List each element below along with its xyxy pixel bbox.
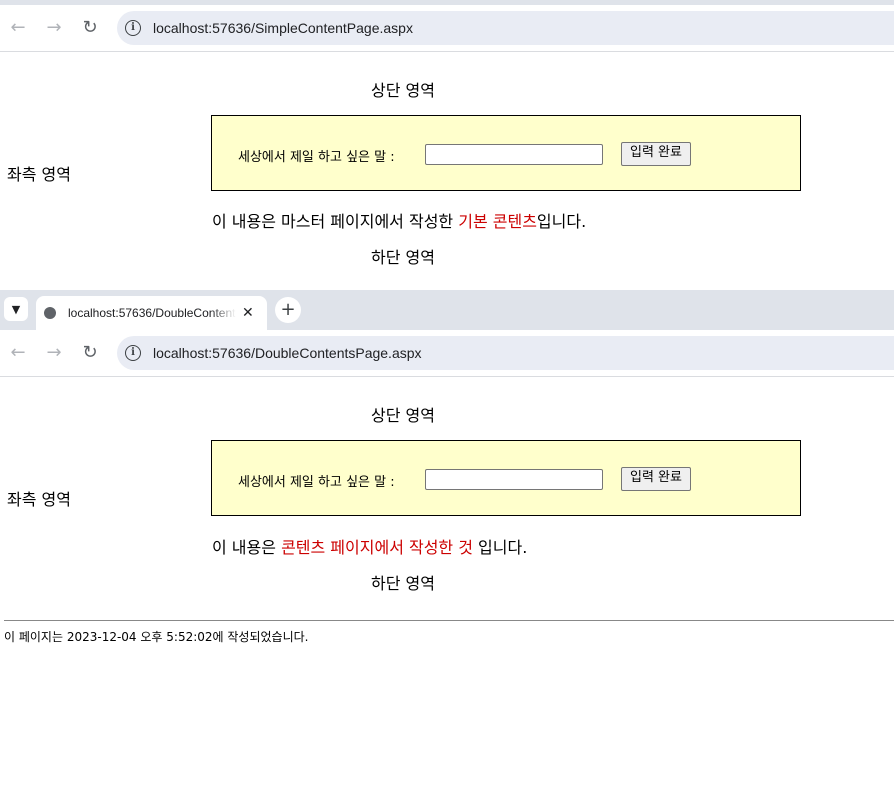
arrow-left-icon: ← — [10, 342, 26, 363]
forward-button[interactable]: → — [42, 5, 66, 51]
bottom-area-label-2: 하단 영역 — [371, 574, 435, 593]
content-suffix: 입니다. — [536, 212, 587, 231]
arrow-left-icon: ← — [10, 17, 26, 38]
content-suffix-2: 입니다. — [472, 538, 528, 557]
chevron-down-icon: ▼ — [11, 302, 21, 316]
left-area-label-2: 좌측 영역 — [7, 490, 71, 509]
url-text[interactable]: localhost:57636/SimpleContentPage.aspx — [153, 11, 413, 45]
content-highlight: 기본 콘텐츠 — [458, 212, 537, 231]
info-icon[interactable]: i — [125, 345, 141, 361]
top-area-label: 상단 영역 — [371, 81, 435, 100]
close-icon[interactable]: ✕ — [242, 296, 254, 330]
page-content-double: 상단 영역 좌측 영역 세상에서 제일 하고 싶은 말 : 입력 완료 이 내용… — [0, 377, 894, 617]
content-highlight-2: 콘텐츠 페이지에서 작성한 것 — [281, 538, 473, 557]
top-area-label-2: 상단 영역 — [371, 406, 435, 425]
submit-button-2[interactable]: 입력 완료 — [621, 467, 691, 491]
content-text: 이 내용은 마스터 페이지에서 작성한 기본 콘텐츠입니다. — [212, 208, 586, 232]
globe-icon — [44, 307, 56, 319]
left-area-label: 좌측 영역 — [7, 165, 71, 184]
forward-button-2[interactable]: → — [42, 330, 66, 376]
address-bar-2[interactable]: i localhost:57636/DoubleContentsPage.asp… — [117, 336, 894, 370]
bottom-area-label: 하단 영역 — [371, 248, 435, 267]
tab-search-button[interactable]: ▼ — [4, 297, 28, 321]
back-button-2[interactable]: ← — [6, 330, 30, 376]
reload-button[interactable]: ↻ — [78, 5, 102, 51]
question-label: 세상에서 제일 하고 싶은 말 : — [238, 150, 395, 165]
input-panel: 세상에서 제일 하고 싶은 말 : 입력 완료 — [211, 115, 801, 191]
footer-text: 이 페이지는 2023-12-04 오후 5:52:02에 작성되었습니다. — [4, 630, 309, 644]
url-text-2[interactable]: localhost:57636/DoubleContentsPage.aspx — [153, 336, 422, 370]
message-input[interactable] — [425, 144, 603, 165]
info-icon[interactable]: i — [125, 20, 141, 36]
input-panel-2: 세상에서 제일 하고 싶은 말 : 입력 완료 — [211, 440, 801, 516]
address-bar[interactable]: i localhost:57636/SimpleContentPage.aspx — [117, 11, 894, 45]
content-prefix: 이 내용은 마스터 페이지에서 작성한 — [212, 212, 459, 231]
tab-bar: ▼ localhost:57636/DoubleContentsPage.asp… — [0, 290, 894, 330]
reload-icon: ↻ — [82, 17, 98, 38]
page-content-simple: 상단 영역 좌측 영역 세상에서 제일 하고 싶은 말 : 입력 완료 이 내용… — [0, 52, 894, 290]
question-label-2: 세상에서 제일 하고 싶은 말 : — [238, 475, 395, 490]
arrow-right-icon: → — [46, 342, 62, 363]
content-prefix-2: 이 내용은 — [212, 538, 282, 557]
tab-title: localhost:57636/DoubleContentsPage.aspx — [68, 306, 236, 320]
browser-toolbar: ← → ↻ i localhost:57636/SimpleContentPag… — [0, 5, 894, 51]
plus-icon[interactable]: + — [275, 297, 301, 323]
arrow-right-icon: → — [46, 17, 62, 38]
browser-toolbar-2: ← → ↻ i localhost:57636/DoubleContentsPa… — [0, 330, 894, 376]
submit-button[interactable]: 입력 완료 — [621, 142, 691, 166]
content-text-2: 이 내용은 콘텐츠 페이지에서 작성한 것 입니다. — [212, 534, 527, 558]
reload-button-2[interactable]: ↻ — [78, 330, 102, 376]
back-button[interactable]: ← — [6, 5, 30, 51]
reload-icon: ↻ — [82, 342, 98, 363]
message-input-2[interactable] — [425, 469, 603, 490]
footer-divider — [4, 620, 894, 621]
tab-double-contents[interactable]: localhost:57636/DoubleContentsPage.aspx … — [36, 296, 267, 330]
